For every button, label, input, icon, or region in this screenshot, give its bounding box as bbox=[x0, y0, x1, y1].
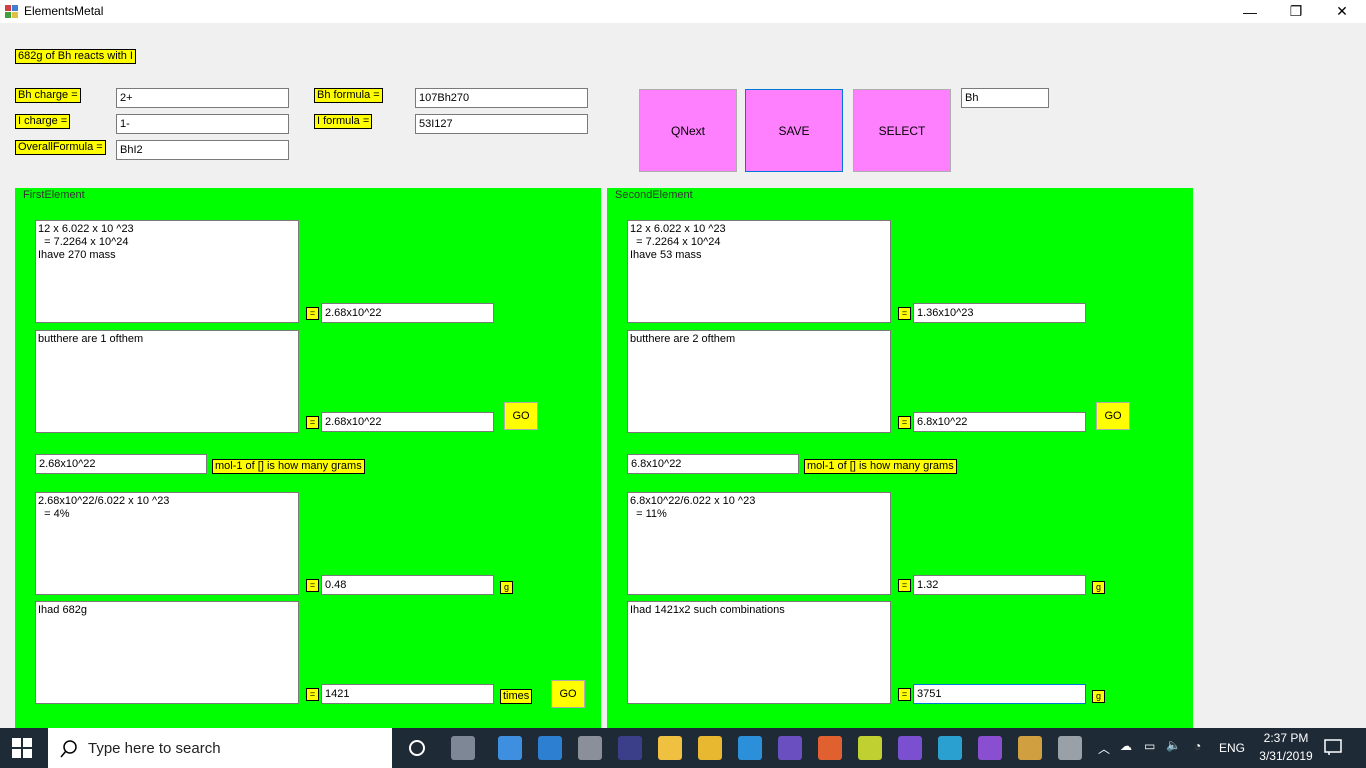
first-go-button-1[interactable]: GO bbox=[504, 402, 538, 430]
reaction-label: 682g of Bh reacts with I bbox=[15, 49, 136, 64]
second-mol-label: mol-1 of [] is how many grams bbox=[804, 459, 957, 474]
second-equals-3[interactable]: = bbox=[898, 579, 911, 592]
visual-studio-icon[interactable] bbox=[978, 736, 1002, 760]
paint-icon[interactable] bbox=[1018, 736, 1042, 760]
bh-formula-label: Bh formula = bbox=[314, 88, 383, 103]
onedrive-icon[interactable]: ☁ bbox=[1120, 739, 1132, 753]
title-bar bbox=[0, 0, 1366, 23]
second-equals-1[interactable]: = bbox=[898, 307, 911, 320]
first-result-3[interactable]: 0.48 bbox=[321, 575, 494, 595]
volume-icon[interactable]: 🔈 bbox=[1166, 738, 1181, 752]
first-element-title: FirstElement bbox=[22, 189, 86, 201]
anaconda2-icon[interactable] bbox=[898, 736, 922, 760]
first-calc-area-3[interactable]: 2.68x10^22/6.022 x 10 ^23 = 4% bbox=[35, 492, 299, 595]
first-equals-4[interactable]: = bbox=[306, 688, 319, 701]
close-button[interactable]: ✕ bbox=[1319, 0, 1365, 23]
python-icon[interactable] bbox=[658, 736, 682, 760]
qq-icon[interactable] bbox=[738, 736, 762, 760]
restore-button[interactable]: ❐ bbox=[1273, 0, 1319, 23]
second-result-3[interactable]: 1.32 bbox=[913, 575, 1086, 595]
app-icon[interactable] bbox=[818, 736, 842, 760]
i-charge-label: I charge = bbox=[15, 114, 71, 129]
edge-icon[interactable] bbox=[538, 736, 562, 760]
minimize-button[interactable]: — bbox=[1227, 0, 1273, 23]
app2-icon[interactable] bbox=[858, 736, 882, 760]
first-go-button-2[interactable]: GO bbox=[551, 680, 585, 708]
file-explorer-icon[interactable] bbox=[498, 736, 522, 760]
second-result-2[interactable]: 6.8x10^22 bbox=[913, 412, 1086, 432]
second-unit-g2: g bbox=[1092, 690, 1105, 703]
anaconda-icon[interactable] bbox=[778, 736, 802, 760]
first-result-1[interactable]: 2.68x10^22 bbox=[321, 303, 494, 323]
cortana-icon[interactable] bbox=[405, 736, 429, 763]
app-icon bbox=[5, 5, 18, 18]
bh-formula-field[interactable]: 107Bh270 bbox=[415, 88, 588, 108]
clock-time[interactable]: 2:37 PM bbox=[1258, 731, 1314, 745]
second-result-4[interactable]: 3751 bbox=[913, 684, 1086, 704]
show-hidden-icons-icon[interactable]: ︿ bbox=[1098, 740, 1110, 757]
second-calc-area-1[interactable]: 12 x 6.022 x 10 ^23 = 7.2264 x 10^24 Iha… bbox=[627, 220, 891, 323]
eclipse-icon[interactable] bbox=[618, 736, 642, 760]
calculator-icon[interactable] bbox=[1058, 736, 1082, 760]
second-calc-area-2[interactable]: butthere are 2 ofthem bbox=[627, 330, 891, 433]
bh-charge-label: Bh charge = bbox=[15, 88, 81, 103]
window-title: ElementsMetal bbox=[24, 4, 104, 18]
i-formula-field[interactable]: 53I127 bbox=[415, 114, 588, 134]
second-go-button[interactable]: GO bbox=[1096, 402, 1130, 430]
folder-icon[interactable] bbox=[698, 736, 722, 760]
windows-start-icon[interactable] bbox=[12, 738, 32, 761]
second-element-title: SecondElement bbox=[614, 189, 694, 201]
first-equals-1[interactable]: = bbox=[306, 307, 319, 320]
task-view-icon[interactable] bbox=[451, 736, 475, 760]
element-select-field[interactable]: Bh bbox=[961, 88, 1049, 108]
overall-formula-field[interactable]: BhI2 bbox=[116, 140, 289, 160]
first-result-2[interactable]: 2.68x10^22 bbox=[321, 412, 494, 432]
first-equals-2[interactable]: = bbox=[306, 416, 319, 429]
first-unit-times: times bbox=[500, 689, 533, 704]
second-mol-field[interactable]: 6.8x10^22 bbox=[627, 454, 799, 474]
bh-charge-field[interactable]: 2+ bbox=[116, 88, 289, 108]
notepad-icon[interactable] bbox=[578, 736, 602, 760]
first-mol-label: mol-1 of [] is how many grams bbox=[212, 459, 365, 474]
language-indicator[interactable]: ENG bbox=[1219, 741, 1245, 755]
first-result-4[interactable]: 1421 bbox=[321, 684, 494, 704]
network-icon[interactable]: ◔ bbox=[1194, 739, 1201, 753]
clock-date[interactable]: 3/31/2019 bbox=[1254, 749, 1318, 763]
second-result-1[interactable]: 1.36x10^23 bbox=[913, 303, 1086, 323]
overall-formula-label: OverallFormula = bbox=[15, 140, 106, 155]
search-placeholder: Type here to search bbox=[88, 740, 221, 757]
i-charge-field[interactable]: 1- bbox=[116, 114, 289, 134]
first-calc-area-2[interactable]: butthere are 1 ofthem bbox=[35, 330, 299, 433]
qnext-button[interactable]: QNext bbox=[639, 89, 737, 172]
second-equals-4[interactable]: = bbox=[898, 688, 911, 701]
first-equals-3[interactable]: = bbox=[306, 579, 319, 592]
save-button[interactable]: SAVE bbox=[745, 89, 843, 172]
notifications-icon[interactable] bbox=[1324, 738, 1342, 759]
first-calc-area-1[interactable]: 12 x 6.022 x 10 ^23 = 7.2264 x 10^24 Iha… bbox=[35, 220, 299, 323]
search-icon bbox=[60, 740, 78, 761]
first-calc-area-4[interactable]: Ihad 682g bbox=[35, 601, 299, 704]
second-unit-g: g bbox=[1092, 581, 1105, 594]
first-unit-g: g bbox=[500, 581, 513, 594]
i-formula-label: I formula = bbox=[314, 114, 373, 129]
second-calc-area-3[interactable]: 6.8x10^22/6.022 x 10 ^23 = 11% bbox=[627, 492, 891, 595]
second-equals-2[interactable]: = bbox=[898, 416, 911, 429]
battery-icon[interactable]: ▭ bbox=[1144, 739, 1155, 753]
select-button[interactable]: SELECT bbox=[853, 89, 951, 172]
second-calc-area-4[interactable]: Ihad 1421x2 such combinations bbox=[627, 601, 891, 704]
first-mol-field[interactable]: 2.68x10^22 bbox=[35, 454, 207, 474]
winforms-app-icon[interactable] bbox=[938, 736, 962, 760]
